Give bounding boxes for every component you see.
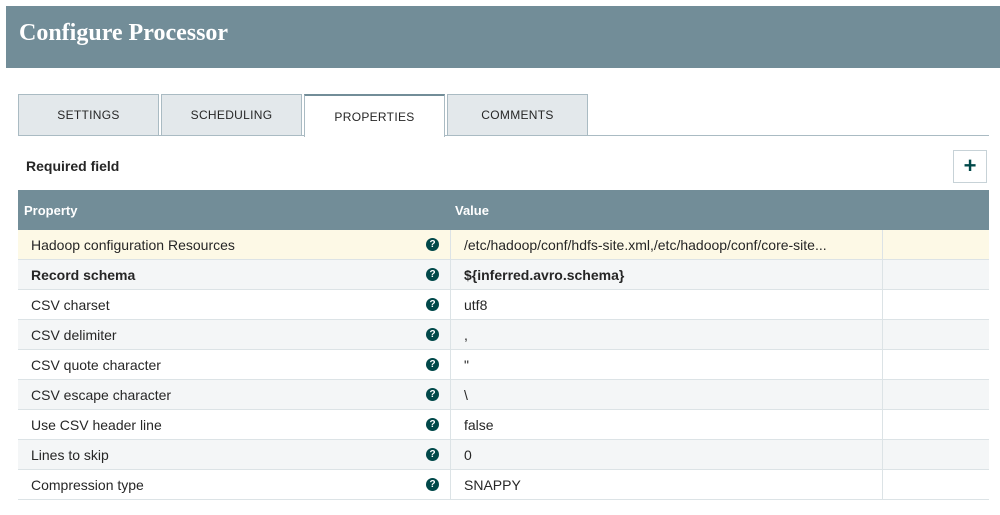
property-value[interactable]: /etc/hadoop/conf/hdfs-site.xml,/etc/hado… — [464, 237, 878, 253]
tab-comments[interactable]: COMMENTS — [447, 94, 588, 135]
property-value[interactable]: , — [464, 327, 878, 343]
plus-icon: + — [963, 152, 977, 178]
table-row[interactable]: Hadoop configuration Resources? /etc/hado… — [18, 230, 989, 260]
help-icon[interactable]: ? — [426, 358, 439, 371]
property-name: CSV quote character — [31, 357, 161, 373]
column-header-property[interactable]: Property — [24, 203, 77, 218]
required-field-label: Required field — [26, 158, 120, 174]
property-name: Hadoop configuration Resources — [31, 237, 235, 253]
column-divider — [882, 350, 883, 379]
add-property-button[interactable]: + — [953, 150, 987, 183]
column-divider — [882, 320, 883, 349]
table-row[interactable]: CSV quote character? " — [18, 350, 989, 380]
property-name: Compression type — [31, 477, 144, 493]
tab-divider — [18, 135, 989, 136]
property-value[interactable]: \ — [464, 387, 878, 403]
property-name: CSV charset — [31, 297, 110, 313]
property-name: Record schema — [31, 267, 136, 283]
help-icon[interactable]: ? — [426, 238, 439, 251]
table-row[interactable]: CSV escape character? \ — [18, 380, 989, 410]
table-row[interactable]: CSV delimiter?, — [18, 320, 989, 350]
property-name: CSV delimiter — [31, 327, 117, 343]
table-row[interactable]: CSV charset? utf8 — [18, 290, 989, 320]
tab-properties[interactable]: PROPERTIES — [304, 94, 445, 137]
help-icon[interactable]: ? — [426, 448, 439, 461]
column-divider — [882, 260, 883, 289]
table-row[interactable]: Record schema? ${inferred.avro.schema} — [18, 260, 989, 290]
property-value[interactable]: " — [464, 357, 878, 373]
column-divider — [450, 320, 451, 349]
column-divider — [882, 380, 883, 409]
table-header: Property Value — [18, 190, 989, 230]
tab-scheduling[interactable]: SCHEDULING — [161, 94, 302, 135]
properties-table: Property Value Hadoop configuration Reso… — [18, 190, 989, 500]
property-value[interactable]: false — [464, 417, 878, 433]
column-divider — [450, 230, 451, 259]
help-icon[interactable]: ? — [426, 478, 439, 491]
help-icon[interactable]: ? — [426, 298, 439, 311]
property-name: Use CSV header line — [31, 417, 162, 433]
property-value[interactable]: 0 — [464, 447, 878, 463]
dialog-title: Configure Processor — [19, 20, 229, 46]
table-row[interactable]: Lines to skip? 0 — [18, 440, 989, 470]
help-icon[interactable]: ? — [426, 328, 439, 341]
column-divider — [882, 440, 883, 469]
column-divider — [450, 440, 451, 469]
column-divider — [450, 260, 451, 289]
column-divider — [450, 350, 451, 379]
help-icon[interactable]: ? — [426, 268, 439, 281]
table-row[interactable]: Compression type? SNAPPY — [18, 470, 989, 500]
column-divider — [450, 470, 451, 499]
property-name: CSV escape character — [31, 387, 172, 403]
column-divider — [882, 410, 883, 439]
help-icon[interactable]: ? — [426, 388, 439, 401]
property-value[interactable]: SNAPPY — [464, 477, 878, 493]
column-divider — [882, 290, 883, 319]
property-name: Lines to skip — [31, 447, 109, 463]
property-value[interactable]: ${inferred.avro.schema} — [464, 267, 878, 283]
tab-bar: SETTINGS SCHEDULING PROPERTIES COMMENTS — [18, 94, 989, 137]
column-divider — [450, 380, 451, 409]
column-header-value[interactable]: Value — [455, 203, 489, 218]
table-row[interactable]: Use CSV header line? false — [18, 410, 989, 440]
dialog-header: Configure Processor — [6, 6, 1000, 68]
help-icon[interactable]: ? — [426, 418, 439, 431]
tab-settings[interactable]: SETTINGS — [18, 94, 159, 135]
column-divider — [882, 230, 883, 259]
column-divider — [882, 470, 883, 499]
column-divider — [450, 410, 451, 439]
column-divider — [450, 290, 451, 319]
property-value[interactable]: utf8 — [464, 297, 878, 313]
